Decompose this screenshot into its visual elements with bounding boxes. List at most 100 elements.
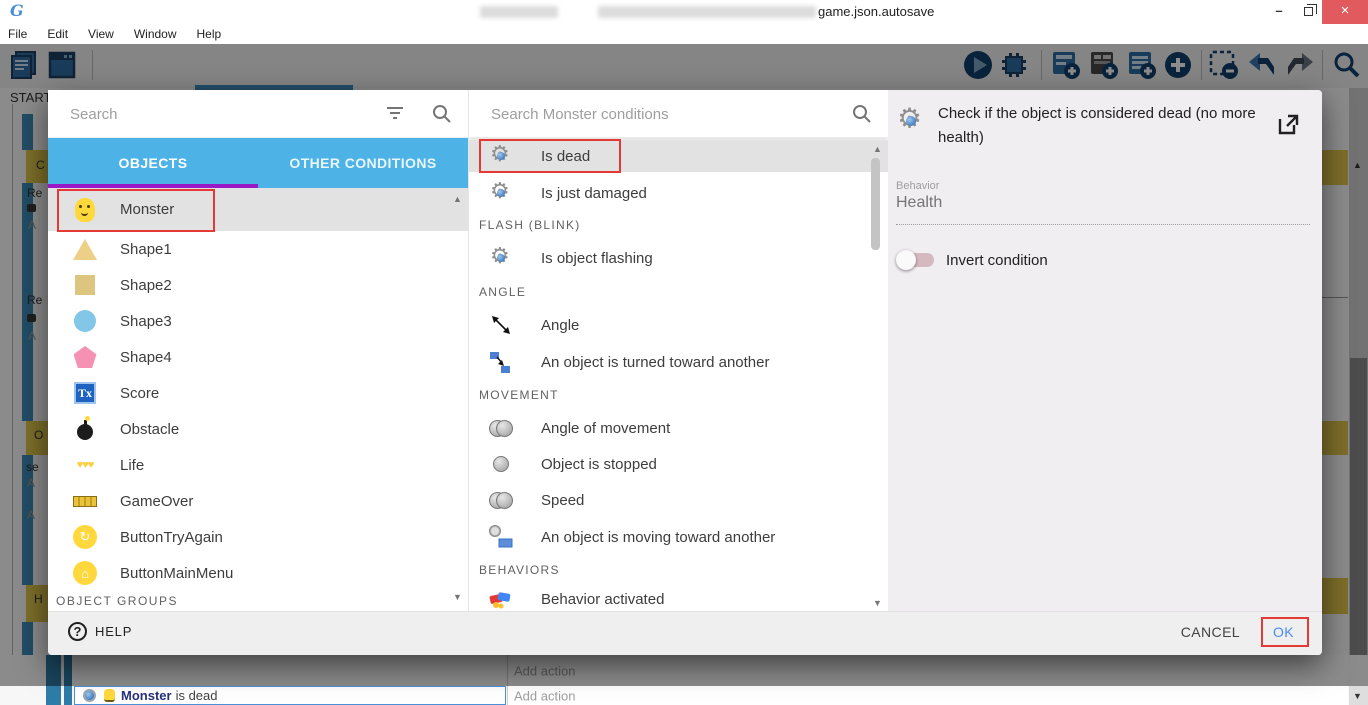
condition-label: Speed [541,492,584,509]
search-icon[interactable] [852,104,872,124]
add-action-cell[interactable]: Add action [507,686,1348,705]
object-item-shape1[interactable]: Shape1 [48,231,468,267]
behavior-activated-icon [488,587,514,612]
object-item-gameover[interactable]: GameOver [48,483,468,519]
object-label: Score [120,385,159,402]
object-item-shape4[interactable]: Shape4 [48,339,468,375]
objects-searchbar [48,90,468,138]
object-item-buttonmainmenu[interactable]: ⌂ ButtonMainMenu [48,555,468,591]
scrollbar-thumb[interactable] [871,158,880,250]
behavior-gear-icon [896,106,926,136]
text-object-icon: Tx [72,380,98,406]
behavior-field-value[interactable]: Health [896,194,942,212]
object-item-shape3[interactable]: Shape3 [48,303,468,339]
condition-item-is-just-damaged[interactable]: Is just damaged [469,178,888,208]
field-underline [896,224,1310,225]
conditions-searchbar [469,90,888,138]
object-item-obstacle[interactable]: Obstacle [48,411,468,447]
open-in-new-icon[interactable] [1276,112,1300,136]
menu-window[interactable]: Window [134,27,177,41]
section-header-flash: FLASH (BLINK) [479,218,581,232]
object-item-life[interactable]: ♥♥♥ Life [48,447,468,483]
menu-file[interactable]: File [8,27,27,41]
condition-label: Behavior activated [541,591,664,608]
search-icon[interactable] [432,104,452,124]
behavior-gear-icon [488,245,514,271]
square-icon [72,272,98,298]
left-panel-tabs: OBJECTS OTHER CONDITIONS [48,138,468,188]
invert-condition-toggle[interactable] [900,253,934,267]
condition-label: Object is stopped [541,456,657,473]
minimize-button[interactable] [1264,0,1294,24]
help-label: HELP [95,624,132,639]
object-item-buttontryagain[interactable]: ↻ ButtonTryAgain [48,519,468,555]
object-label: ButtonTryAgain [120,529,223,546]
close-button[interactable] [1322,0,1368,24]
object-label: Shape4 [120,349,172,366]
condition-label: An object is turned toward another [541,354,769,371]
tab-other-conditions[interactable]: OTHER CONDITIONS [258,138,468,188]
home-button-icon: ⌂ [72,560,98,586]
scroll-down-icon[interactable]: ▼ [873,598,882,608]
object-label: GameOver [120,493,193,510]
section-header-behaviors: BEHAVIORS [479,563,560,577]
triangle-icon [72,236,98,262]
condition-item-behavior-activated[interactable]: Behavior activated [469,588,888,611]
selected-condition-block[interactable]: Monster is dead [74,686,506,705]
bomb-icon [72,416,98,442]
object-item-score[interactable]: Tx Score [48,375,468,411]
filter-icon[interactable] [385,104,405,122]
object-label: Shape1 [120,241,172,258]
condition-item-turned-toward[interactable]: An object is turned toward another [469,346,888,378]
condition-item-is-object-flashing[interactable]: Is object flashing [469,243,888,273]
dialog-footer: ? HELP CANCEL OK [48,611,1322,655]
condition-label: Is object flashing [541,250,653,267]
object-label: Shape3 [120,313,172,330]
objects-search-input[interactable] [68,100,348,128]
angle-arrow-icon [488,312,514,338]
condition-item-angle[interactable]: Angle [469,310,888,340]
condition-label: Angle of movement [541,420,670,437]
annotation-highlight-is-dead [479,139,621,173]
help-button[interactable]: ? HELP [68,622,132,641]
monster-mini-icon [104,689,115,702]
condition-label: Angle [541,317,579,334]
titlebar: G game.json.autosave [0,0,1368,24]
add-action-label: Add action [514,688,575,703]
conditions-search-input[interactable] [489,100,819,128]
objects-panel: OBJECTS OTHER CONDITIONS Monster Shape1 … [48,90,468,611]
condition-item-angle-of-movement[interactable]: Angle of movement [469,413,888,443]
menu-view[interactable]: View [88,27,114,41]
annotation-highlight-monster [57,189,215,232]
object-item-shape2[interactable]: Shape2 [48,267,468,303]
scroll-down-icon[interactable]: ▼ [453,592,462,602]
redacted-path-text [598,6,816,18]
scroll-up-icon[interactable]: ▲ [873,144,882,154]
cancel-button[interactable]: CANCEL [1181,624,1240,640]
toggle-knob[interactable] [896,250,916,270]
condition-item-speed[interactable]: Speed [469,485,888,515]
condition-details-panel: Check if the object is considered dead (… [888,90,1322,611]
window-title: game.json.autosave [818,4,934,19]
gdevelop-logo-icon: G [10,2,28,20]
condition-gear-icon [83,689,96,702]
scroll-down-icon[interactable]: ▼ [1353,691,1362,701]
menu-edit[interactable]: Edit [47,27,68,41]
scroll-up-icon[interactable]: ▲ [453,194,462,204]
behavior-gear-icon [488,180,514,206]
condition-item-object-is-stopped[interactable]: Object is stopped [469,449,888,479]
speed-circles-icon [488,487,514,513]
pentagon-icon [72,344,98,370]
maximize-button[interactable] [1294,0,1322,24]
menubar: File Edit View Window Help [0,24,1368,44]
hearts-icon: ♥♥♥ [72,452,98,478]
scrollbar-corner[interactable]: ▼ [1349,686,1368,705]
tab-objects[interactable]: OBJECTS [48,138,258,188]
menu-help[interactable]: Help [197,27,222,41]
event-bar [64,686,72,705]
object-label: ButtonMainMenu [120,565,233,582]
behavior-field-label: Behavior [896,180,939,192]
condition-item-moving-toward[interactable]: An object is moving toward another [469,521,888,553]
redacted-title-text [480,6,558,18]
selected-event-row: Monster is dead Add action ▼ [0,686,1368,705]
